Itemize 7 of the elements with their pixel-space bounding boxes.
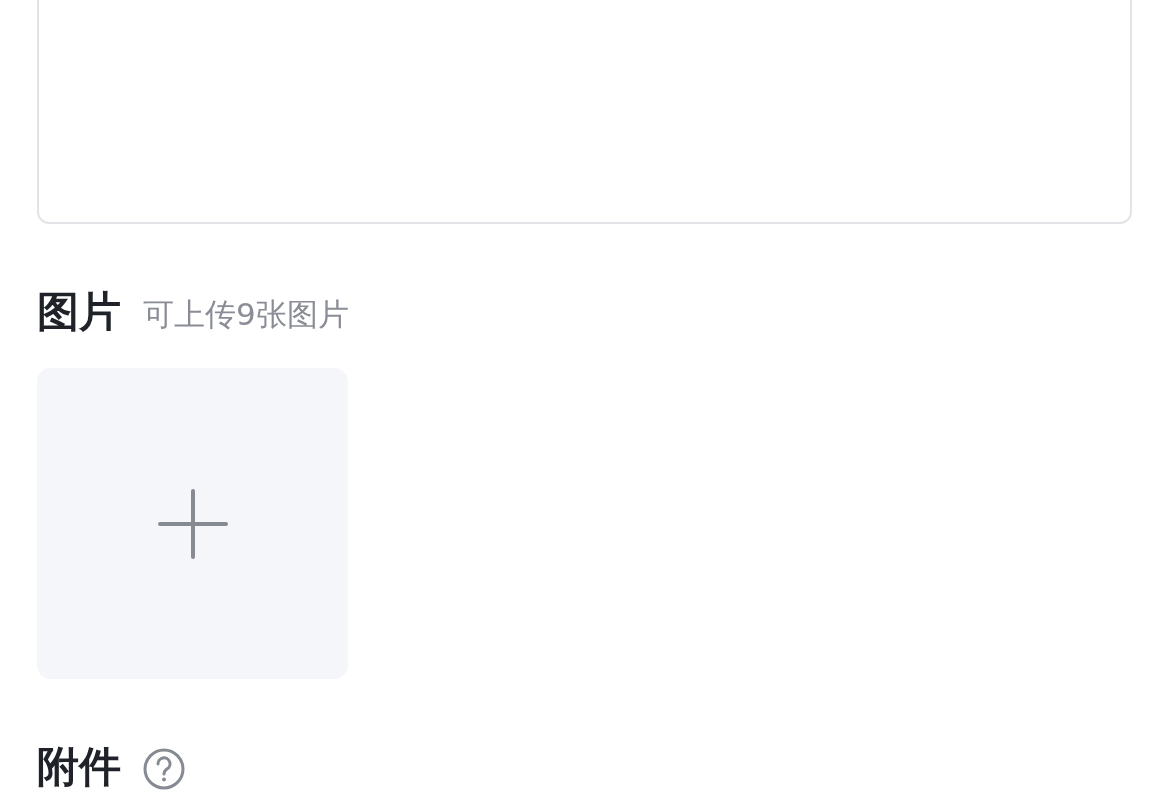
help-icon[interactable]: [143, 748, 185, 790]
text-area[interactable]: [37, 0, 1132, 224]
add-image-button[interactable]: [37, 368, 348, 679]
section-title: 附件: [37, 741, 121, 793]
plus-icon: [157, 488, 228, 559]
section-title: 图片: [37, 286, 121, 338]
upload-hint: 可上传9张图片: [143, 295, 349, 334]
